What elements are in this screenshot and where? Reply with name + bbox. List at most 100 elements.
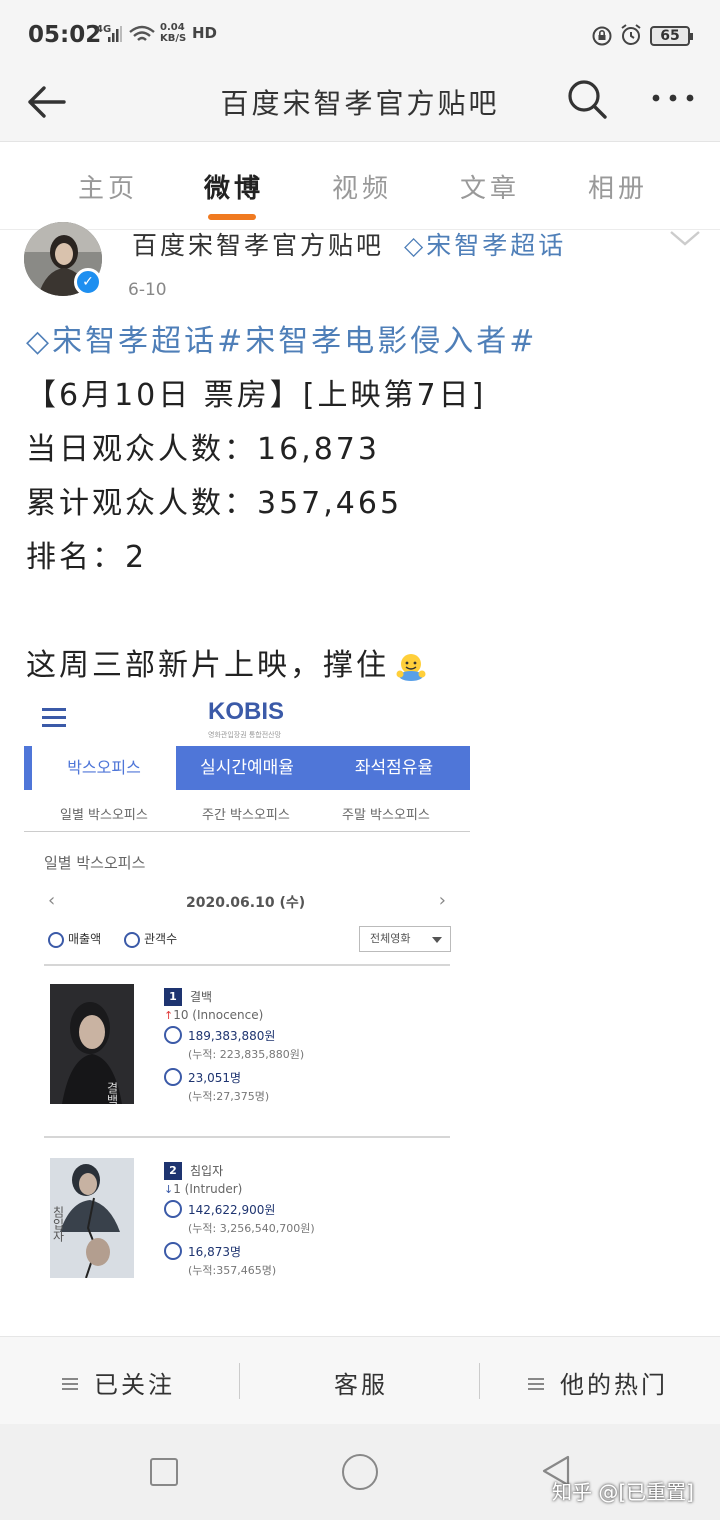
rank-change: ↑10 (Innocence) <box>164 1008 263 1022</box>
chevron-down-icon[interactable] <box>668 228 702 248</box>
movie-row: 침입자 2 침입자 ↓1 (Intruder) 142,622,900원 (누적… <box>50 1158 450 1288</box>
kobis-tab-reservation: 실시간예매율 <box>176 746 318 790</box>
movie-sales: 189,383,880원 <box>188 1029 276 1043</box>
kobis-tab-seat-share: 좌석점유율 <box>318 746 470 790</box>
hd-indicator: HD <box>192 24 218 42</box>
network-speed: 0.04 KB/S <box>160 22 186 44</box>
speed-value: 0.04 <box>160 22 185 33</box>
menu-icon <box>42 708 66 728</box>
more-icon[interactable] <box>648 76 698 122</box>
battery-icon: 65 <box>650 26 693 46</box>
movie-poster-innocence: 결백 <box>50 984 134 1104</box>
tab-weibo[interactable]: 微博 <box>204 168 264 205</box>
movie-sales: 142,622,900원 <box>188 1203 276 1217</box>
author-supertopic-link[interactable]: ◇宋智孝超话 <box>404 226 566 262</box>
poster-title: 침입자 <box>51 1206 65 1242</box>
rank-badge: 1 <box>164 988 182 1006</box>
post-hashtag-line[interactable]: ◇宋智孝超话#宋智孝电影侵入者# <box>26 316 537 360</box>
movie-audience-cumulative: (누적:27,375명) <box>188 1090 270 1103</box>
kobis-date-row: ‹ 2020.06.10 (수) › <box>44 888 450 916</box>
post-text-line: 当日观众人数：16,873 <box>26 432 380 467</box>
rank-change: ↓1 (Intruder) <box>164 1182 242 1196</box>
home-icon[interactable] <box>342 1454 378 1490</box>
toolbar-separator <box>479 1363 480 1399</box>
hug-emoji-icon <box>396 653 426 681</box>
rank-badge: 2 <box>164 1162 182 1180</box>
movie-title: 침입자 <box>190 1164 224 1178</box>
tab-album[interactable]: 相册 <box>588 168 648 205</box>
won-icon <box>48 931 64 948</box>
status-time: 05:02 <box>28 22 102 48</box>
kobis-tab-boxoffice: 박스오피스 <box>24 746 176 790</box>
speed-unit: KB/S <box>160 33 187 44</box>
follow-label: 已关注 <box>94 1371 175 1399</box>
tab-article[interactable]: 文章 <box>460 168 520 205</box>
hot-posts-button[interactable]: 他的热门 <box>528 1365 668 1400</box>
signal-icon <box>108 26 122 42</box>
kobis-date: 2020.06.10 (수) <box>186 895 306 911</box>
rank-down-arrow: ↓ <box>164 1183 174 1196</box>
active-tab-indicator <box>208 214 256 220</box>
poster-title: 결백 <box>105 1082 119 1104</box>
filter-sales-label: 매출액 <box>68 932 102 946</box>
profile-tabs: 主页 微博 视频 文章 相册 <box>0 142 720 230</box>
post-image[interactable]: KOBIS 영화관입장권 통합전산망 박스오피스 실시간예매율 좌석점유율 일별… <box>24 688 470 1308</box>
movie-audience: 16,873명 <box>188 1245 242 1259</box>
alarm-icon <box>621 24 641 45</box>
service-button[interactable]: 客服 <box>334 1365 388 1400</box>
kobis-subtabs: 일별 박스오피스 주간 박스오피스 주말 박스오피스 <box>24 792 470 832</box>
select-value: 전체영화 <box>370 932 411 945</box>
movie-sales-cumulative: (누적: 223,835,880원) <box>188 1048 305 1061</box>
back-arrow-icon[interactable] <box>22 78 70 126</box>
movie-audience: 23,051명 <box>188 1071 242 1085</box>
kobis-logo-subtitle: 영화관입장권 통합전산망 <box>208 731 282 739</box>
kobis-tab-bar: 박스오피스 실시간예매율 좌석점유율 <box>24 746 470 790</box>
movie-audience-cumulative: (누적:357,465명) <box>188 1264 277 1277</box>
filter-audience-label: 관객수 <box>144 932 178 946</box>
post-author[interactable]: 百度宋智孝官方贴吧 <box>132 226 384 262</box>
kobis-section-title: 일별 박스오피스 <box>44 854 146 872</box>
kobis-movie-select: 전체영화 <box>359 926 451 952</box>
wifi-icon <box>129 25 155 41</box>
divider <box>44 964 450 966</box>
hot-label: 他的热门 <box>560 1371 668 1399</box>
menu-lines-icon <box>528 1378 544 1390</box>
status-bar: 05:02 4G 0.04 KB/S HD 65 <box>0 0 720 64</box>
movie-poster-intruder: 침입자 <box>50 1158 134 1278</box>
watermark: 知乎 @[已重置] <box>552 1480 694 1504</box>
rotation-lock-icon <box>592 26 612 46</box>
toolbar-separator <box>239 1363 240 1399</box>
post-text-line: 排名：2 <box>26 540 148 575</box>
verified-badge-icon: ✓ <box>74 268 102 296</box>
person-icon <box>164 1068 182 1086</box>
follow-button[interactable]: 已关注 <box>62 1365 175 1400</box>
recents-icon[interactable] <box>150 1458 178 1486</box>
kobis-logo: KOBIS <box>208 698 285 725</box>
caret-down-icon <box>432 937 442 943</box>
post-text: 这周三部新片上映，撑住 <box>26 648 389 683</box>
search-icon[interactable] <box>564 76 610 122</box>
chevron-right-icon: › <box>438 890 446 911</box>
person-icon <box>164 1242 182 1260</box>
divider <box>44 1136 450 1138</box>
won-icon <box>164 1200 182 1218</box>
tab-home[interactable]: 主页 <box>78 168 138 205</box>
bottom-toolbar: 已关注 客服 他的热门 <box>0 1336 720 1424</box>
kobis-subtab-weekly: 주간 박스오피스 <box>202 808 290 823</box>
kobis-subtab-weekend: 주말 박스오피스 <box>342 808 430 823</box>
page-title: 百度宋智孝官方贴吧 <box>220 87 500 120</box>
kobis-subtab-daily: 일별 박스오피스 <box>60 808 148 823</box>
tab-video[interactable]: 视频 <box>332 168 392 205</box>
rank-change-text: 10 (Innocence) <box>173 1008 264 1022</box>
rank-change-text: 1 (Intruder) <box>173 1182 243 1196</box>
chevron-left-icon: ‹ <box>48 890 56 911</box>
post-text-line: 【6月10日 票房】[上映第7日] <box>26 378 487 413</box>
kobis-filter-row: 매출액 관객수 전체영화 <box>48 926 451 954</box>
post-text-line-last: 这周三部新片上映，撑住 <box>26 640 427 684</box>
menu-lines-icon <box>62 1378 78 1390</box>
rank-up-arrow: ↑ <box>164 1009 174 1022</box>
won-icon <box>164 1026 182 1044</box>
kobis-filter-audience: 관객수 <box>124 930 177 948</box>
movie-title: 결백 <box>190 990 213 1004</box>
system-nav-bar: 知乎 @[已重置] <box>0 1424 720 1520</box>
